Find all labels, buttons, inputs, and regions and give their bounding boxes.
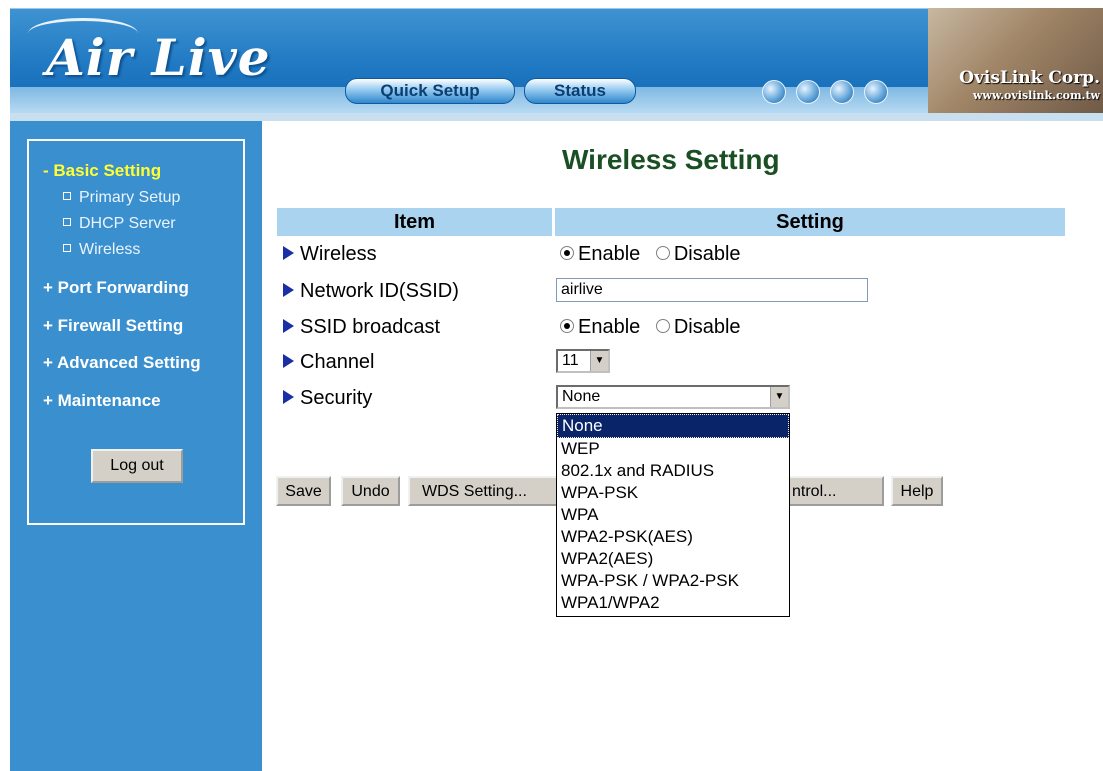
triangle-bullet-icon (283, 318, 294, 333)
row-label-wireless-text: Wireless (300, 243, 377, 265)
undo-button[interactable]: Undo (341, 476, 400, 506)
row-label-channel-text: Channel (300, 351, 375, 373)
chevron-down-icon[interactable]: ▼ (590, 351, 608, 371)
triangle-bullet-icon (283, 353, 294, 368)
globe-icon (830, 80, 854, 104)
menu-firewall-setting[interactable]: + Firewall Setting (43, 316, 183, 336)
security-option[interactable]: WPA-PSK (557, 482, 789, 504)
column-header-setting: Setting (555, 208, 1065, 236)
bullet-icon (63, 217, 71, 226)
security-option[interactable]: WPA2-PSK(AES) (557, 526, 789, 548)
header-divider (10, 113, 1103, 121)
ssid-broadcast-enable-radio[interactable] (560, 318, 574, 333)
bullet-icon (63, 191, 71, 200)
row-label-security-text: Security (300, 387, 373, 409)
access-control-button[interactable]: ntrol... (788, 476, 884, 506)
row-label-security: Security (283, 387, 372, 410)
sidebar: - Basic Setting Primary Setup DHCP Serve… (10, 121, 262, 771)
row-label-channel: Channel (283, 351, 375, 374)
column-header-item: Item (277, 208, 552, 236)
brand-url: www.ovislink.com.tw (972, 89, 1100, 102)
wireless-disable-radio[interactable] (655, 245, 670, 260)
row-label-wireless: Wireless (283, 243, 377, 266)
brand-name: OvisLink Corp. (959, 68, 1100, 88)
security-option[interactable]: WPA-PSK / WPA2-PSK (557, 570, 789, 592)
ssid-broadcast-radio-group: Enable Disable (560, 316, 751, 339)
triangle-bullet-icon (283, 245, 294, 260)
menu-wireless-label: Wireless (79, 241, 141, 258)
ssid-broadcast-disable-radio[interactable] (655, 318, 670, 333)
triangle-bullet-icon (283, 389, 294, 404)
triangle-bullet-icon (283, 282, 294, 297)
security-option[interactable]: 802.1x and RADIUS (557, 460, 789, 482)
menu-maintenance[interactable]: + Maintenance (43, 391, 161, 411)
wireless-enable-label: Enable (578, 243, 641, 265)
security-option[interactable]: WPA (557, 504, 789, 526)
ssid-broadcast-disable-label: Disable (673, 316, 741, 338)
channel-select-value: 11 (562, 352, 579, 369)
security-select-value: None (562, 388, 601, 405)
security-option[interactable]: WPA2(AES) (557, 548, 789, 570)
menu-primary-setup[interactable]: Primary Setup (63, 189, 180, 207)
brand-block: OvisLink Corp. www.ovislink.com.tw (940, 68, 1100, 102)
airlive-logo: Air Live (46, 28, 271, 87)
menu-dhcp-server[interactable]: DHCP Server (63, 215, 176, 233)
ssid-input[interactable] (556, 278, 868, 302)
globe-icon (864, 80, 888, 104)
menu-wireless[interactable]: Wireless (63, 241, 140, 259)
help-button[interactable]: Help (891, 476, 943, 506)
row-label-ssid-text: Network ID(SSID) (300, 280, 459, 302)
globe-icon (796, 80, 820, 104)
wireless-enable-radio[interactable] (560, 245, 574, 260)
status-button[interactable]: Status (524, 78, 636, 104)
sidebar-menu-panel: - Basic Setting Primary Setup DHCP Serve… (27, 139, 245, 525)
wds-setting-button[interactable]: WDS Setting... (408, 476, 558, 506)
menu-dhcp-server-label: DHCP Server (79, 215, 176, 232)
row-label-ssid-broadcast-text: SSID broadcast (300, 316, 441, 338)
ssid-broadcast-enable-label: Enable (578, 316, 641, 338)
logout-button[interactable]: Log out (91, 449, 183, 483)
security-option[interactable]: WPA1/WPA2 (557, 592, 789, 614)
security-dropdown-list: None WEP 802.1x and RADIUS WPA-PSK WPA W… (556, 413, 790, 617)
chevron-down-icon[interactable]: ▼ (770, 387, 788, 407)
security-option[interactable]: None (557, 414, 789, 438)
menu-basic-setting[interactable]: - Basic Setting (43, 161, 161, 181)
menu-advanced-setting[interactable]: + Advanced Setting (43, 353, 201, 373)
page-title: Wireless Setting (562, 144, 780, 175)
channel-select[interactable]: 11 ▼ (556, 349, 610, 373)
menu-port-forwarding[interactable]: + Port Forwarding (43, 278, 189, 298)
save-button[interactable]: Save (276, 476, 331, 506)
security-select[interactable]: None ▼ (556, 385, 790, 409)
page-header: Air Live Quick Setup Status OvisLink Cor… (0, 0, 1103, 122)
bullet-icon (63, 243, 71, 252)
row-label-ssid: Network ID(SSID) (283, 280, 459, 303)
wireless-radio-group: Enable Disable (560, 243, 751, 266)
security-option[interactable]: WEP (557, 438, 789, 460)
row-label-ssid-broadcast: SSID broadcast (283, 316, 440, 339)
quick-setup-button[interactable]: Quick Setup (345, 78, 515, 104)
menu-primary-setup-label: Primary Setup (79, 189, 181, 206)
wireless-disable-label: Disable (673, 243, 741, 265)
globe-icon (762, 80, 786, 104)
